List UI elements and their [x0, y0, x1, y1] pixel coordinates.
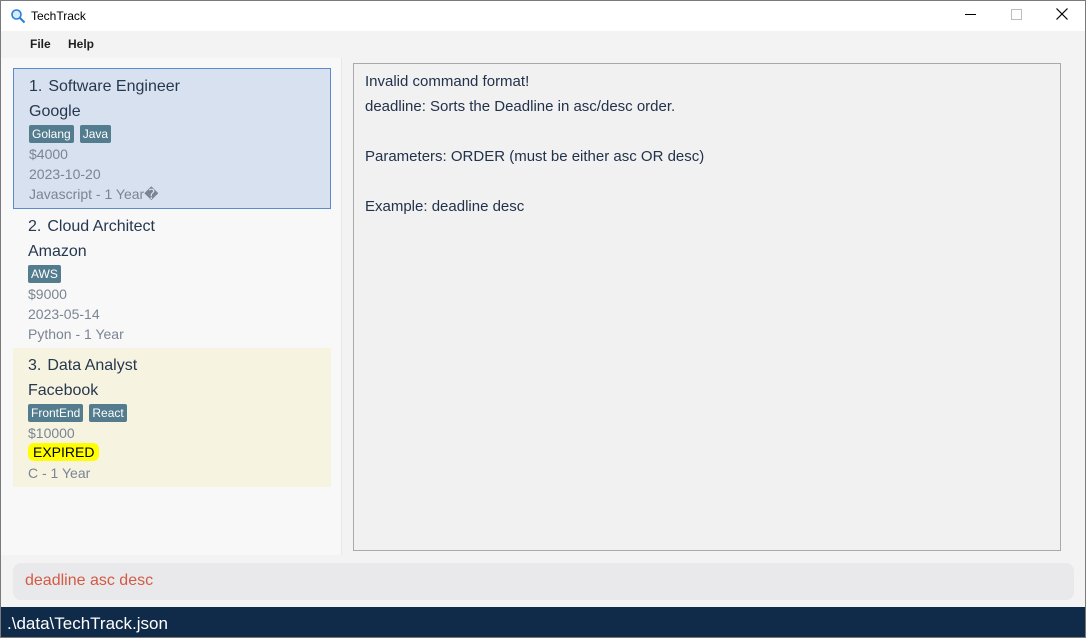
result-line: Invalid command format! [365, 73, 530, 90]
job-tags: AWS [28, 265, 61, 283]
job-role: Data Analyst [47, 357, 138, 374]
result-line: deadline: Sorts the Deadline in asc/desc… [365, 98, 676, 115]
close-button[interactable] [1039, 1, 1085, 31]
job-title: 2. Cloud Architect [28, 218, 155, 236]
job-tag: Java [79, 125, 112, 143]
job-deadline: 2023-05-14 [28, 306, 100, 322]
menu-file[interactable]: File [30, 37, 51, 51]
job-experience: C - 1 Year [28, 465, 91, 481]
job-index: 2. [28, 218, 42, 235]
job-tag: FrontEnd [28, 404, 84, 422]
job-index: 1. [29, 78, 43, 95]
job-salary: $10000 [28, 425, 75, 441]
data-file-path: .\data\TechTrack.json [7, 614, 168, 633]
job-card-3[interactable]: 3. Data Analyst Facebook FrontEnd React $… [13, 348, 331, 487]
job-index: 3. [28, 357, 42, 374]
job-title: 3. Data Analyst [28, 357, 137, 375]
job-tag: React [89, 404, 127, 422]
job-salary: $4000 [29, 146, 68, 162]
result-display[interactable]: Invalid command format! deadline: Sorts … [353, 63, 1061, 551]
result-line: Parameters: ORDER (must be either asc OR… [365, 148, 705, 165]
job-salary: $9000 [28, 286, 67, 302]
maximize-icon [1010, 7, 1022, 25]
job-tag: AWS [28, 265, 61, 283]
close-icon [1056, 7, 1068, 25]
job-company: Amazon [28, 243, 87, 260]
job-role: Cloud Architect [47, 218, 155, 235]
window-title: TechTrack [31, 9, 86, 23]
command-input[interactable]: deadline asc desc [13, 563, 1074, 600]
command-input-text: deadline asc desc [25, 572, 154, 589]
job-card-2[interactable]: 2. Cloud Architect Amazon AWS $9000 2023-… [13, 209, 331, 348]
job-experience: Python - 1 Year [28, 326, 124, 342]
menu-bar: File Help [1, 31, 1085, 58]
app-window: TechTrack File Help 1. Software Engineer … [0, 0, 1086, 638]
job-title: 1. Software Engineer [29, 78, 180, 96]
result-line: Example: deadline desc [365, 198, 525, 215]
job-tags: FrontEnd React [28, 404, 127, 422]
status-bar: .\data\TechTrack.json [1, 607, 1085, 637]
job-company: Google [29, 103, 81, 120]
menu-help[interactable]: Help [68, 37, 94, 51]
job-tag: Golang [29, 125, 74, 143]
job-tags: Golang Java [29, 125, 112, 143]
job-role: Software Engineer [48, 78, 180, 95]
job-company: Facebook [28, 382, 99, 399]
maximize-button[interactable] [993, 1, 1039, 31]
job-deadline: 2023-10-20 [29, 166, 101, 182]
job-card-1[interactable]: 1. Software Engineer Google Golang Java $… [13, 68, 331, 209]
expired-badge: EXPIRED [28, 443, 100, 461]
magnifier-icon [10, 8, 26, 24]
minimize-icon [964, 7, 976, 25]
minimize-button[interactable] [947, 1, 993, 31]
job-experience: Javascript - 1 Year� [29, 186, 159, 202]
title-bar: TechTrack [1, 1, 1085, 31]
